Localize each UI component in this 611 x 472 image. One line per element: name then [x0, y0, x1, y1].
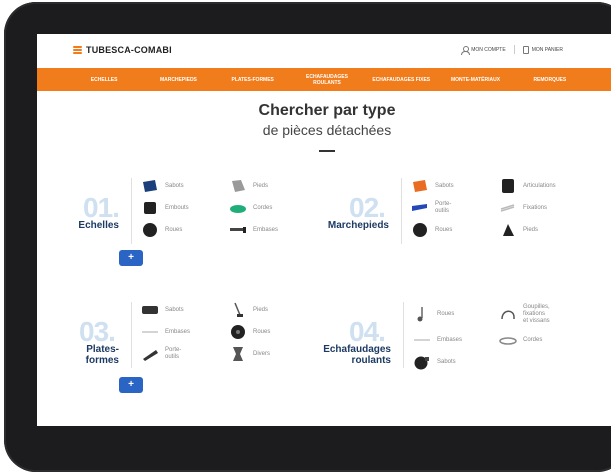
category-name[interactable]: Echafaudages roulants — [309, 344, 391, 366]
fixation-icon — [500, 204, 515, 212]
part-link-fixations[interactable]: Fixations — [499, 200, 547, 216]
embase-icon — [414, 339, 430, 341]
part-link-roues[interactable]: Roues — [229, 324, 270, 340]
expand-button[interactable]: + — [119, 250, 143, 266]
nav-item-echafaudages-fixes[interactable]: ECHAFAUDAGES FIXES — [371, 77, 431, 83]
account-link[interactable]: MON COMPTE — [461, 45, 506, 55]
part-link-sabots[interactable]: Sabots — [413, 354, 456, 370]
main-nav: ECHELLES MARCHEPIEDS PLATES-FORMES ECHAF… — [37, 68, 611, 91]
part-link-embases[interactable]: Embases — [229, 222, 278, 238]
part-link-goupilles[interactable]: Goupilles, fixations et vissans — [499, 304, 550, 325]
porte-outils-icon — [143, 350, 158, 361]
category-name[interactable]: Echelles — [63, 220, 119, 231]
category-divider — [131, 178, 132, 244]
nav-item-monte-materiaux[interactable]: MONTE-MATÉRIAUX — [446, 77, 506, 83]
part-link-divers[interactable]: Divers — [229, 346, 270, 362]
divers-icon — [233, 347, 243, 361]
tablet-frame: TUBESCA-COMABI MON COMPTE MON PANIER ECH… — [4, 2, 611, 472]
cart-link[interactable]: MON PANIER — [522, 45, 563, 54]
expand-button[interactable]: + — [119, 377, 143, 393]
pied-icon — [234, 302, 243, 317]
roue-icon — [231, 325, 245, 339]
goupille-icon — [501, 310, 515, 319]
articulation-icon — [502, 179, 514, 193]
roue-icon — [143, 223, 157, 237]
part-link-sabots[interactable]: Sabots — [411, 178, 454, 194]
roue-icon — [417, 307, 423, 322]
corde-icon — [499, 337, 517, 345]
part-link-pieds[interactable]: Pieds — [499, 222, 538, 238]
embout-icon — [144, 202, 156, 214]
category-divider — [403, 302, 404, 368]
hero-title-block: Chercher par type de pièces détachées — [37, 102, 611, 152]
account-area: MON COMPTE MON PANIER — [461, 45, 563, 55]
category-name[interactable]: Marchepieds — [309, 220, 389, 231]
part-link-embases[interactable]: Embases — [141, 324, 190, 340]
corde-icon — [230, 205, 246, 213]
embase-icon — [142, 331, 158, 333]
part-link-cordes[interactable]: Cordes — [229, 200, 272, 216]
part-link-pieds[interactable]: Pieds — [229, 302, 268, 318]
category-divider — [131, 302, 132, 368]
nav-item-echelles[interactable]: ECHELLES — [74, 77, 134, 83]
part-link-embouts[interactable]: Embouts — [141, 200, 189, 216]
page-subtitle: de pièces détachées — [262, 122, 392, 138]
part-link-roues[interactable]: Roues — [141, 222, 182, 238]
part-link-sabots[interactable]: Sabots — [141, 178, 184, 194]
part-link-roues[interactable]: Roues — [413, 306, 454, 322]
part-link-pieds[interactable]: Pieds — [229, 178, 268, 194]
tablet-screen: TUBESCA-COMABI MON COMPTE MON PANIER ECH… — [37, 34, 611, 426]
part-link-porte-outils[interactable]: Porte-outils — [411, 200, 451, 216]
header: TUBESCA-COMABI MON COMPTE MON PANIER — [37, 34, 611, 68]
part-link-sabots[interactable]: Sabots — [141, 302, 184, 318]
brand-logo[interactable]: TUBESCA-COMABI — [73, 45, 172, 55]
sabot-icon — [142, 306, 158, 314]
category-name[interactable]: Plates-formes — [63, 344, 119, 366]
sabot-icon — [143, 180, 157, 192]
header-divider — [513, 45, 515, 54]
porte-outils-icon — [412, 204, 427, 211]
nav-item-marchepieds[interactable]: MARCHEPIEDS — [148, 77, 208, 83]
part-link-porte-outils[interactable]: Porte-outils — [141, 346, 181, 362]
nav-item-plates-formes[interactable]: PLATES-FORMES — [223, 77, 283, 83]
nav-item-remorques[interactable]: REMORQUES — [520, 77, 580, 83]
brand-name: TUBESCA-COMABI — [86, 45, 172, 55]
category-divider — [401, 178, 402, 244]
page-title: Chercher par type — [258, 102, 396, 119]
part-link-cordes[interactable]: Cordes — [499, 332, 542, 348]
roue-icon — [413, 223, 427, 237]
cart-label: MON PANIER — [531, 46, 563, 53]
pied-icon — [503, 224, 514, 236]
account-label: MON COMPTE — [471, 46, 506, 53]
sabot-icon — [414, 356, 429, 370]
shopping-bag-icon — [522, 45, 529, 54]
sabot-icon — [413, 180, 427, 192]
title-divider — [319, 150, 335, 152]
nav-item-echafaudages-roulants[interactable]: ECHAFAUDAGES ROULANTS — [297, 74, 357, 86]
part-link-embases[interactable]: Embases — [413, 332, 462, 348]
part-link-articulations[interactable]: Articulations — [499, 178, 556, 194]
pied-icon — [232, 180, 245, 192]
user-icon — [461, 45, 471, 55]
part-link-roues[interactable]: Roues — [411, 222, 452, 238]
embase-icon — [230, 227, 246, 233]
brand-mark-icon — [73, 46, 82, 54]
